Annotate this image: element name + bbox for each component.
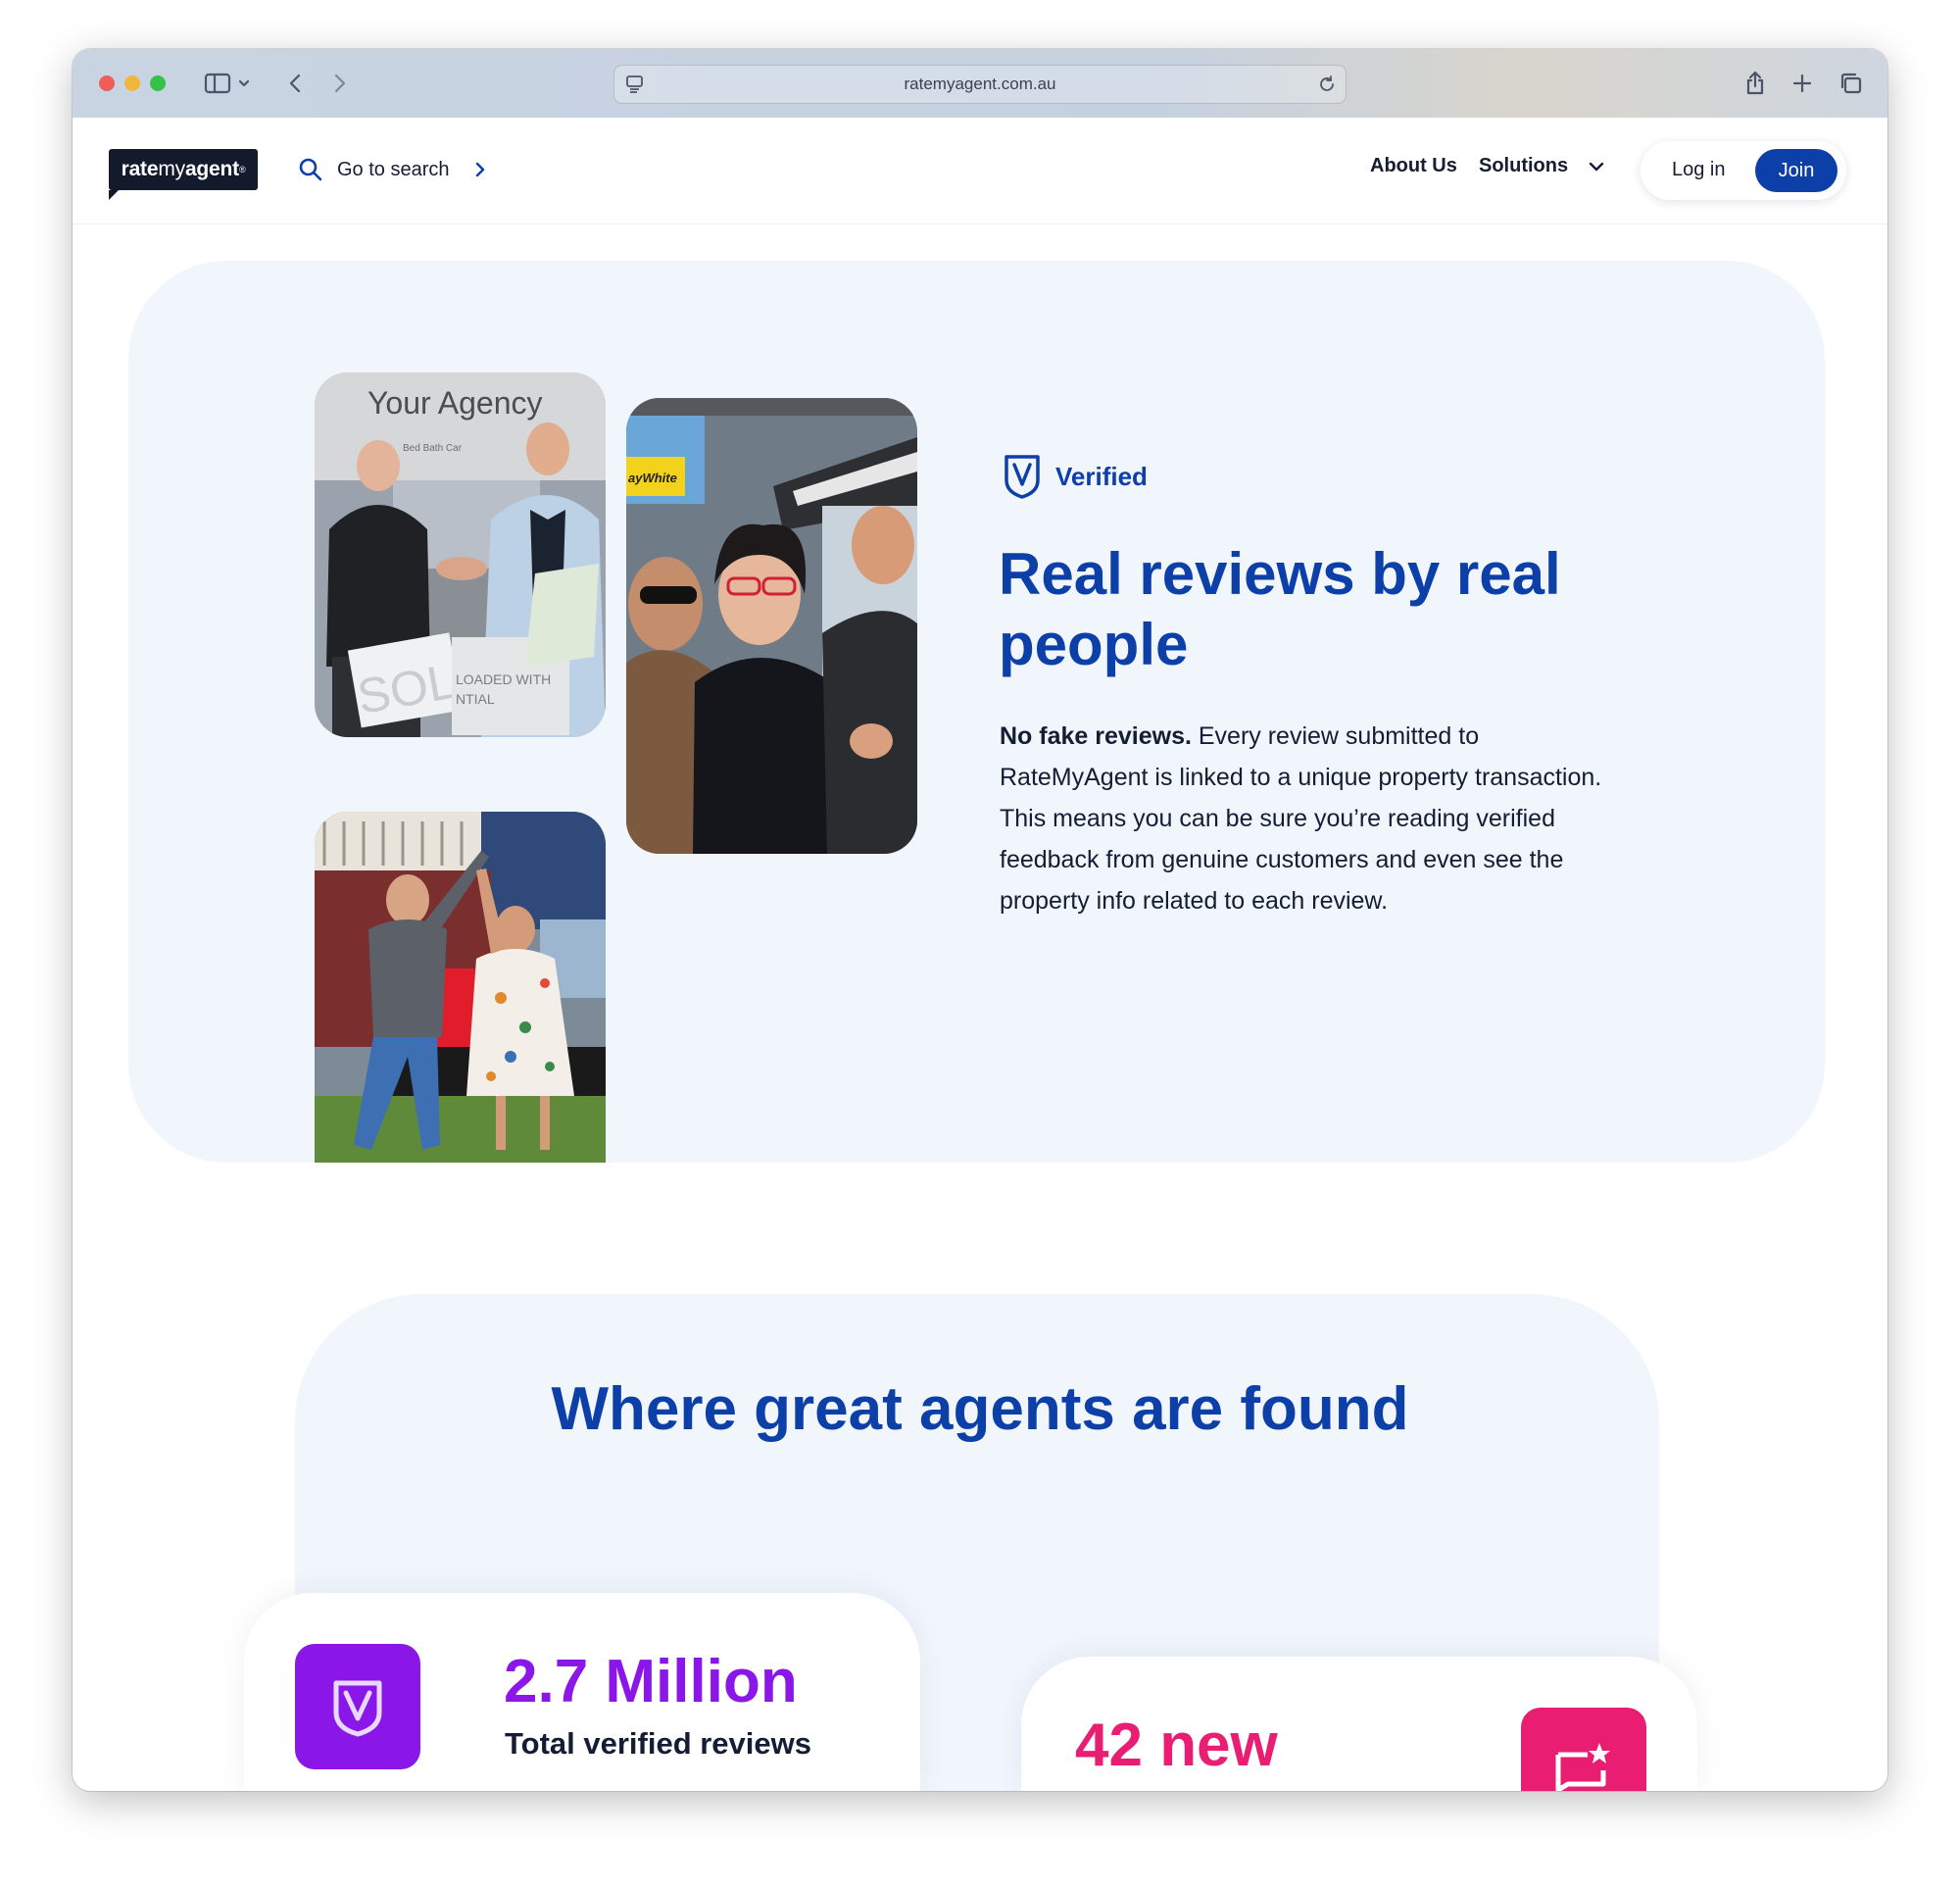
sidebar-toggle-button[interactable]: [198, 67, 257, 100]
logo-text-rate: rate: [121, 158, 159, 180]
logo-text-my: my: [158, 158, 185, 180]
sidebar-icon: [204, 73, 250, 94]
nav-solutions-label: Solutions: [1479, 155, 1569, 176]
shield-check-icon: [333, 1680, 382, 1737]
tab-overview-button[interactable]: [1837, 67, 1866, 100]
stat-reviews-label: Total verified reviews: [505, 1726, 811, 1761]
go-to-search-link[interactable]: Go to search: [298, 155, 487, 184]
login-link[interactable]: Log in: [1672, 159, 1726, 181]
address-bar[interactable]: ratemyagent.com.au: [613, 65, 1347, 104]
happy-clients-photo: ayWhite: [626, 398, 917, 854]
body-paragraph-2: This means you can be sure you’re readin…: [1000, 805, 1564, 915]
url-text: ratemyagent.com.au: [904, 74, 1056, 93]
verified-section-body: No fake reviews. Every review submitted …: [1000, 716, 1607, 921]
new-tab-button[interactable]: [1788, 67, 1817, 100]
agent-handshake-photo: Your Agency Bed Bath Car SOLD LOADED WIT…: [315, 372, 606, 737]
stat-new-value: 42 new: [1075, 1712, 1278, 1779]
stat-card-reviews: 2.7 Million Total verified reviews: [244, 1593, 920, 1791]
registered-mark: ®: [238, 165, 246, 174]
nav-about-us[interactable]: About Us: [1370, 155, 1457, 177]
stat-reviews-icon-tile: [295, 1644, 420, 1769]
zoom-window-button[interactable]: [150, 75, 166, 91]
chevron-right-icon: [475, 162, 484, 177]
nav-about-us-label: About Us: [1370, 155, 1457, 176]
forward-button[interactable]: [325, 67, 355, 100]
share-button[interactable]: [1740, 67, 1770, 100]
celebrating-sellers-photo: [315, 812, 606, 1163]
verified-label: Verified: [1055, 461, 1148, 491]
nav-solutions-dropdown[interactable]: Solutions: [1479, 155, 1605, 177]
logo-text-agent: agent: [184, 158, 239, 180]
photo-board-subtext-2: NTIAL: [456, 691, 495, 707]
stat-card-new: 42 new: [1021, 1657, 1697, 1791]
chevron-right-icon: [334, 74, 346, 93]
found-section-title: Where great agents are found: [551, 1375, 1409, 1443]
photo-board-subtext: LOADED WITH: [456, 671, 551, 687]
minimize-window-button[interactable]: [124, 75, 140, 91]
ratemyagent-logo[interactable]: rate my agent ®: [109, 149, 258, 200]
stat-new-icon-tile: [1521, 1708, 1646, 1791]
photo-brand-sign: ayWhite: [628, 471, 677, 485]
close-window-button[interactable]: [99, 75, 115, 91]
back-button[interactable]: [280, 67, 310, 100]
chevron-down-icon: [1589, 162, 1604, 171]
auth-pill: Log in Join: [1641, 141, 1846, 200]
verified-shield-icon: [1004, 455, 1040, 499]
stat-reviews-value: 2.7 Million: [504, 1648, 798, 1715]
search-icon: [299, 158, 322, 181]
review-star-icon: [1555, 1743, 1610, 1791]
verified-section: Your Agency Bed Bath Car SOLD LOADED WIT…: [128, 261, 1825, 1163]
join-button[interactable]: Join: [1755, 149, 1838, 192]
plus-icon: [1792, 74, 1812, 93]
search-link-label: Go to search: [337, 158, 450, 180]
browser-window: ratemyagent.com.au rate my agent ® Go to se…: [73, 49, 1887, 1791]
chevron-left-icon: [289, 74, 301, 93]
reload-icon[interactable]: [1316, 74, 1338, 95]
browser-toolbar: ratemyagent.com.au: [73, 49, 1887, 119]
body-bold-lead: No fake reviews.: [1000, 722, 1192, 750]
verified-section-title: Real reviews by real people: [999, 541, 1561, 677]
photo-sign-subtext: Bed Bath Car: [403, 443, 463, 454]
site-header: rate my agent ® Go to search About Us Solut…: [73, 118, 1887, 224]
photo-sign-text: Your Agency: [368, 385, 543, 421]
tabs-icon: [1840, 73, 1862, 94]
verified-badge: Verified: [1003, 453, 1148, 500]
share-icon: [1746, 71, 1764, 95]
